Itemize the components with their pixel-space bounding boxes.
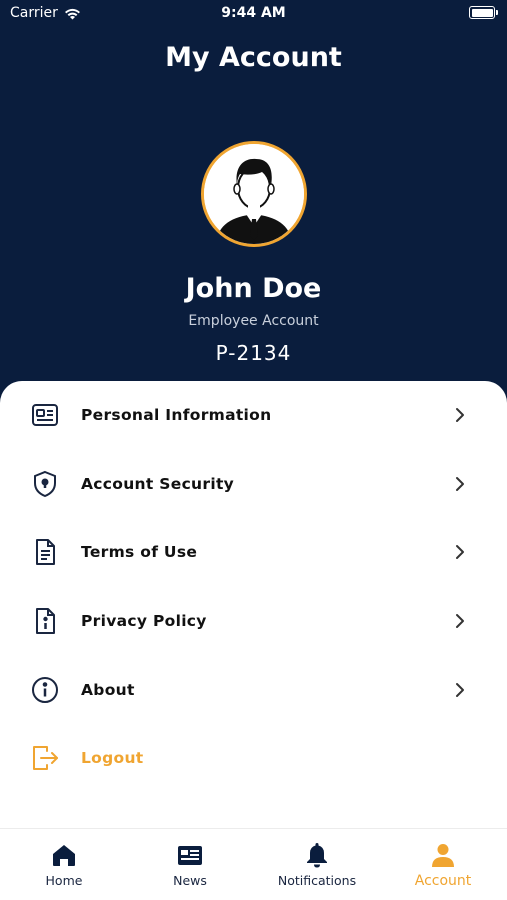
info-circle-icon [29, 674, 61, 706]
menu-item-privacy-policy[interactable]: Privacy Policy [0, 593, 507, 649]
account-type: Employee Account [188, 313, 319, 329]
chevron-right-icon [456, 408, 464, 422]
user-name: John Doe [185, 273, 322, 304]
tab-news[interactable]: News [127, 829, 253, 900]
menu-item-label: Logout [81, 749, 144, 767]
menu-item-label: Terms of Use [81, 543, 198, 561]
tab-label: Notifications [277, 873, 357, 888]
tab-bar: Home News Notifications Account [0, 828, 507, 900]
bell-icon [307, 843, 327, 868]
battery-icon [469, 6, 498, 19]
info-document-icon [29, 605, 61, 637]
menu-item-logout[interactable]: Logout [0, 730, 507, 786]
menu-item-account-security[interactable]: Account Security [0, 456, 507, 512]
id-card-icon [29, 399, 61, 431]
account-menu-sheet: Personal Information Account Security Te… [0, 381, 507, 900]
tab-label: Account [414, 873, 472, 889]
tab-label: News [173, 873, 207, 888]
battery-fill [471, 8, 493, 17]
menu-item-label: Privacy Policy [81, 612, 207, 630]
user-avatar-icon [204, 144, 304, 244]
home-icon [53, 845, 75, 866]
tab-home[interactable]: Home [1, 829, 127, 900]
chevron-right-icon [456, 614, 464, 628]
status-time: 9:44 AM [221, 5, 286, 21]
shield-lock-icon [29, 468, 61, 500]
status-bar: Carrier 9:44 AM [0, 0, 507, 28]
chevron-right-icon [456, 683, 464, 697]
menu-item-about[interactable]: About [0, 662, 507, 718]
menu-item-label: About [81, 681, 135, 699]
tab-account[interactable]: Account [380, 829, 506, 900]
logout-icon [29, 742, 61, 774]
menu-item-label: Personal Information [81, 406, 272, 424]
tab-notifications[interactable]: Notifications [254, 829, 380, 900]
menu-item-label: Account Security [81, 475, 235, 493]
employee-id: P-2134 [215, 341, 292, 365]
menu-item-personal-information[interactable]: Personal Information [0, 387, 507, 443]
document-icon [29, 536, 61, 568]
chevron-right-icon [456, 545, 464, 559]
newspaper-icon [178, 846, 202, 865]
page-title: My Account [165, 42, 342, 73]
avatar[interactable] [201, 141, 307, 247]
menu-item-terms-of-use[interactable]: Terms of Use [0, 524, 507, 580]
tab-label: Home [45, 873, 83, 888]
person-icon [432, 844, 454, 867]
chevron-right-icon [456, 477, 464, 491]
